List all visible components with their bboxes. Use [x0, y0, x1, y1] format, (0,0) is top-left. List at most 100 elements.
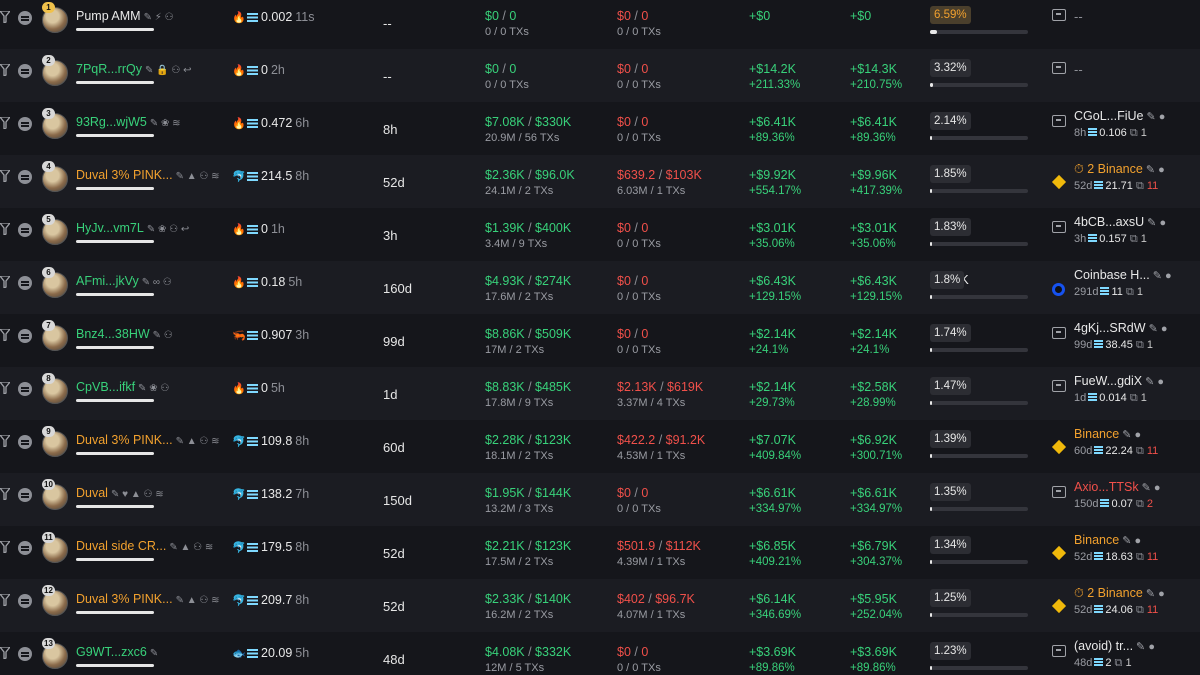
- filter-icon[interactable]: [0, 646, 12, 661]
- filter-icon[interactable]: [0, 434, 12, 449]
- transfer-icon[interactable]: [1052, 645, 1066, 657]
- table-row[interactable]: 4 Duval 3% PINK... ✎ ▲ ⚇ ≋ 🐬 214.5 8h 52d $2.36…: [0, 155, 1200, 208]
- filter-icon[interactable]: [0, 116, 12, 131]
- table-row[interactable]: 13 G9WT...zxc6 ✎ 🐟 20.09 5h 48d $4.08K / $332K 1…: [0, 632, 1200, 675]
- edit-icon[interactable]: ✎ ●: [1149, 322, 1168, 335]
- wallet-label[interactable]: Duval 3% PINK...: [76, 168, 173, 182]
- transfer-icon[interactable]: [1052, 62, 1066, 74]
- table-row[interactable]: 2 7PqR...rrQy ✎ 🔒 ⚇ ↩ 🔥 0 2h -- $0 / 00 / 0 TXs…: [0, 49, 1200, 102]
- menu-icon[interactable]: [18, 382, 32, 396]
- wallet-name[interactable]: 7PqR...rrQy ✎ 🔒 ⚇ ↩: [76, 62, 192, 76]
- wallet-name[interactable]: HyJv...vm7L ✎ ❀ ⚇ ↩: [76, 221, 189, 235]
- menu-icon[interactable]: [18, 64, 32, 78]
- wallet-label[interactable]: Duval 3% PINK...: [76, 592, 173, 606]
- wallet-label[interactable]: HyJv...vm7L: [76, 221, 144, 235]
- edit-icon[interactable]: ✎ ●: [1122, 428, 1141, 441]
- wallet-label[interactable]: Bnz4...38HW: [76, 327, 150, 341]
- edit-icon[interactable]: ✎ ●: [1153, 269, 1172, 282]
- transfer-icon[interactable]: [1052, 380, 1066, 392]
- funding-source-name[interactable]: Axio...TTSk ✎ ●: [1074, 480, 1161, 494]
- menu-icon[interactable]: [18, 170, 32, 184]
- wallet-name[interactable]: Duval 3% PINK... ✎ ▲ ⚇ ≋: [76, 592, 220, 606]
- funding-cell[interactable]: 4bCB...axsU ✎ ● 3h 0.157 ⧉ 1: [1050, 208, 1200, 261]
- edit-icon[interactable]: ✎ ●: [1146, 163, 1165, 176]
- funding-source-name[interactable]: Binance ✎ ●: [1074, 427, 1141, 441]
- table-row[interactable]: 10 Duval ✎ ♥ ▲ ⚇ ≋ 🐬 138.2 7h 150d $1.95K / $14…: [0, 473, 1200, 526]
- wallet-cell[interactable]: 6 AFmi...jkVy ✎ ∞ ⚇: [40, 261, 230, 314]
- wallet-cell[interactable]: 7 Bnz4...38HW ✎ ⚇: [40, 314, 230, 367]
- table-row[interactable]: 1 Pump AMM ✎ ⚡ ⚇ 🔥 0.002 11s -- $0 / 0 0 / 0 TXs…: [0, 0, 1200, 49]
- wallet-name[interactable]: CpVB...ifkf ✎ ❀ ⚇: [76, 380, 169, 394]
- wallet-cell[interactable]: 5 HyJv...vm7L ✎ ❀ ⚇ ↩: [40, 208, 230, 261]
- funding-cell[interactable]: ⏱ 2 Binance ✎ ● 52d 21.71 ⧉ 11: [1050, 155, 1200, 208]
- funding-source-name[interactable]: ⏱ 2 Binance ✎ ●: [1074, 162, 1165, 177]
- wallet-cell[interactable]: 2 7PqR...rrQy ✎ 🔒 ⚇ ↩: [40, 49, 230, 102]
- edit-icon[interactable]: ✎ ●: [1147, 216, 1166, 229]
- wallet-cell[interactable]: 1 Pump AMM ✎ ⚡ ⚇: [40, 0, 230, 49]
- wallet-cell[interactable]: 10 Duval ✎ ♥ ▲ ⚇ ≋: [40, 473, 230, 526]
- wallet-name[interactable]: Bnz4...38HW ✎ ⚇: [76, 327, 173, 341]
- funding-cell[interactable]: --: [1050, 49, 1200, 102]
- wallet-label[interactable]: 93Rg...wjW5: [76, 115, 147, 129]
- filter-icon[interactable]: [0, 169, 12, 184]
- wallet-label[interactable]: CpVB...ifkf: [76, 380, 135, 394]
- funding-source-name[interactable]: 4gKj...SRdW ✎ ●: [1074, 321, 1167, 335]
- menu-icon[interactable]: [18, 488, 32, 502]
- filter-icon[interactable]: [0, 328, 12, 343]
- wallet-label[interactable]: Duval 3% PINK...: [76, 433, 173, 447]
- menu-icon[interactable]: [18, 594, 32, 608]
- wallet-label[interactable]: G9WT...zxc6: [76, 645, 147, 659]
- wallet-name[interactable]: AFmi...jkVy ✎ ∞ ⚇: [76, 274, 172, 288]
- wallet-name[interactable]: Pump AMM ✎ ⚡ ⚇: [76, 9, 174, 23]
- menu-icon[interactable]: [18, 329, 32, 343]
- funding-source-name[interactable]: CGoL...FiUe ✎ ●: [1074, 109, 1165, 123]
- wallet-label[interactable]: Duval side CR...: [76, 539, 166, 553]
- transfer-icon[interactable]: [1052, 221, 1066, 233]
- filter-icon[interactable]: [0, 222, 12, 237]
- transfer-icon[interactable]: [1052, 327, 1066, 339]
- funding-source-name[interactable]: (avoid) tr... ✎ ●: [1074, 639, 1155, 653]
- menu-icon[interactable]: [18, 223, 32, 237]
- filter-icon[interactable]: [0, 487, 12, 502]
- funding-cell[interactable]: ⏱ 2 Binance ✎ ● 52d 24.06 ⧉ 11: [1050, 579, 1200, 632]
- wallet-label[interactable]: Pump AMM: [76, 9, 141, 23]
- wallet-name[interactable]: G9WT...zxc6 ✎: [76, 645, 158, 659]
- table-row[interactable]: 3 93Rg...wjW5 ✎ ❀ ≋ 🔥 0.472 6h 8h $7.08K / $330…: [0, 102, 1200, 155]
- table-row[interactable]: 9 Duval 3% PINK... ✎ ▲ ⚇ ≋ 🐬 109.8 8h 60d $2.28…: [0, 420, 1200, 473]
- menu-icon[interactable]: [18, 647, 32, 661]
- menu-icon[interactable]: [18, 541, 32, 555]
- wallet-cell[interactable]: 9 Duval 3% PINK... ✎ ▲ ⚇ ≋: [40, 420, 230, 473]
- filter-icon[interactable]: [0, 63, 12, 78]
- table-row[interactable]: 7 Bnz4...38HW ✎ ⚇ 🦐 0.907 3h 99d $8.86K / $509K…: [0, 314, 1200, 367]
- menu-icon[interactable]: [18, 276, 32, 290]
- wallet-cell[interactable]: 4 Duval 3% PINK... ✎ ▲ ⚇ ≋: [40, 155, 230, 208]
- wallet-label[interactable]: 7PqR...rrQy: [76, 62, 142, 76]
- filter-icon[interactable]: [0, 540, 12, 555]
- funding-cell[interactable]: Binance ✎ ● 60d 22.24 ⧉ 11: [1050, 420, 1200, 473]
- wallet-cell[interactable]: 11 Duval side CR... ✎ ▲ ⚇ ≋: [40, 526, 230, 579]
- transfer-icon[interactable]: [1052, 115, 1066, 127]
- filter-icon[interactable]: [0, 381, 12, 396]
- funding-source-name[interactable]: Binance ✎ ●: [1074, 533, 1141, 547]
- funding-cell[interactable]: 4gKj...SRdW ✎ ● 99d 38.45 ⧉ 1: [1050, 314, 1200, 367]
- table-row[interactable]: 11 Duval side CR... ✎ ▲ ⚇ ≋ 🐬 179.5 8h 52d $2.2…: [0, 526, 1200, 579]
- menu-icon[interactable]: [18, 435, 32, 449]
- edit-icon[interactable]: ✎ ●: [1145, 375, 1164, 388]
- funding-cell[interactable]: Axio...TTSk ✎ ● 150d 0.07 ⧉ 2: [1050, 473, 1200, 526]
- edit-icon[interactable]: ✎ ●: [1122, 534, 1141, 547]
- edit-icon[interactable]: ✎ ●: [1146, 110, 1165, 123]
- funding-cell[interactable]: CGoL...FiUe ✎ ● 8h 0.106 ⧉ 1: [1050, 102, 1200, 155]
- filter-icon[interactable]: [0, 593, 12, 608]
- wallet-cell[interactable]: 12 Duval 3% PINK... ✎ ▲ ⚇ ≋: [40, 579, 230, 632]
- edit-icon[interactable]: ✎ ●: [1142, 481, 1161, 494]
- wallet-cell[interactable]: 8 CpVB...ifkf ✎ ❀ ⚇: [40, 367, 230, 420]
- wallet-name[interactable]: Duval 3% PINK... ✎ ▲ ⚇ ≋: [76, 433, 220, 447]
- funding-source-name[interactable]: Coinbase H... ✎ ●: [1074, 268, 1172, 282]
- wallet-label[interactable]: Duval: [76, 486, 108, 500]
- funding-source-name[interactable]: FueW...gdiX ✎ ●: [1074, 374, 1164, 388]
- wallet-label[interactable]: AFmi...jkVy: [76, 274, 139, 288]
- wallet-cell[interactable]: 13 G9WT...zxc6 ✎: [40, 632, 230, 675]
- funding-source-name[interactable]: 4bCB...axsU ✎ ●: [1074, 215, 1166, 229]
- table-row[interactable]: 8 CpVB...ifkf ✎ ❀ ⚇ 🔥 0 5h 1d $8.83K / $485K 17.…: [0, 367, 1200, 420]
- edit-icon[interactable]: ✎ ●: [1146, 587, 1165, 600]
